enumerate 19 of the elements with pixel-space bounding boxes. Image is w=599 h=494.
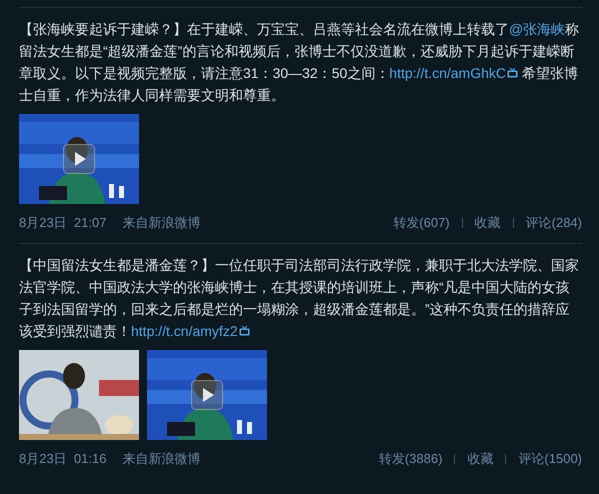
video-icon (507, 68, 518, 78)
post-text: 【中国留法女生都是潘金莲？】一位任职于司法部司法行政学院，兼职于北大法学院、国家法官学院、中国政法大学的张海峡博士，在其授课的培训班上，声称“凡是中国大陆的女孩子到法国留学的，回来之后都是烂的一塌糊涂，超级潘金莲都是。”这种不负责任的措辞应该受到强烈谴责！http://t.cn/amyfz2 (19, 256, 580, 341)
action-link[interactable]: 转发(3886) (378, 450, 442, 468)
action-link[interactable]: 收藏 (474, 214, 501, 232)
video-link[interactable]: http://t.cn/amyfz2 (131, 323, 238, 339)
post-time: 8月23日 21:07 (19, 214, 106, 232)
mention-link[interactable]: @张海峡 (509, 21, 566, 37)
action-link[interactable]: 评论(284) (526, 214, 582, 232)
video-icon (238, 326, 250, 336)
source-link[interactable]: 来自新浪微博 (122, 214, 200, 232)
play-icon[interactable] (63, 144, 95, 174)
action-link[interactable]: 收藏 (467, 450, 494, 468)
video-link[interactable]: http://t.cn/amGhkC (389, 65, 506, 81)
action-link[interactable]: 转发(607) (393, 214, 450, 232)
play-icon[interactable] (191, 380, 223, 410)
post-text: 【张海峡要起诉于建嵘？】在于建嵘、万宝宝、吕燕等社会名流在微博上转载了@张海峡称留法女生都是“超级潘金莲”的言论和视频后，张博士不仅没道歉，还威胁下月起诉于建嵘断章取义。以下是视频完整版，请注意31：30—32：50之间：http://t.cn/amGhkC 希望张博士自重，作为法律人同样需要文明和尊重。 (19, 20, 580, 105)
action-link[interactable]: 评论(1500) (518, 450, 582, 468)
source-link[interactable]: 来自新浪微博 (122, 450, 200, 468)
post-time: 8月23日 01:16 (19, 450, 106, 468)
